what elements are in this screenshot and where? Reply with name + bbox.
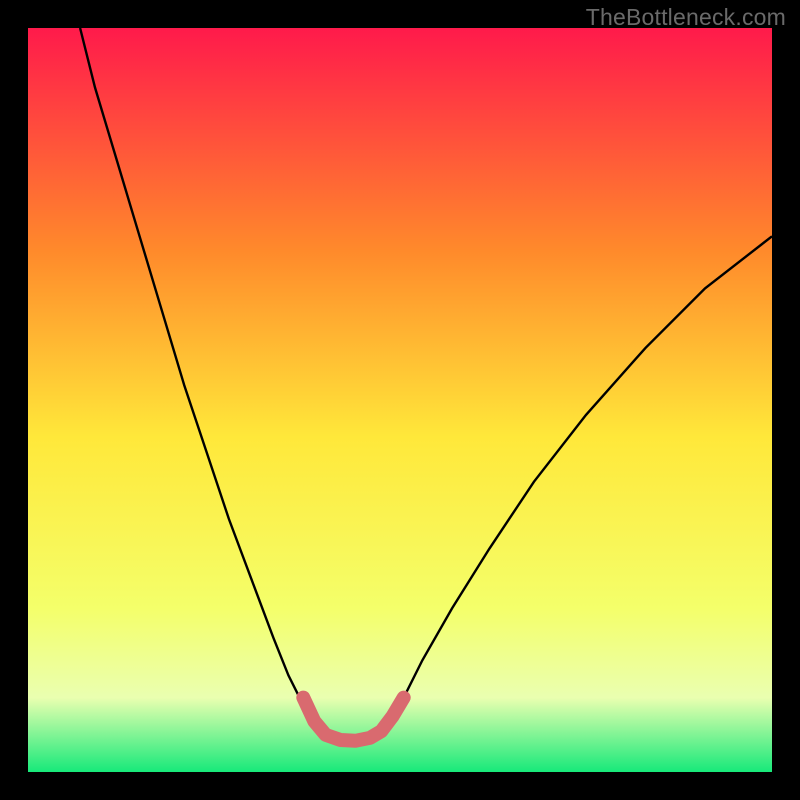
plot-area [28, 28, 772, 772]
bottleneck-chart [0, 0, 800, 800]
chart-container: TheBottleneck.com [0, 0, 800, 800]
attribution-label: TheBottleneck.com [586, 4, 786, 31]
